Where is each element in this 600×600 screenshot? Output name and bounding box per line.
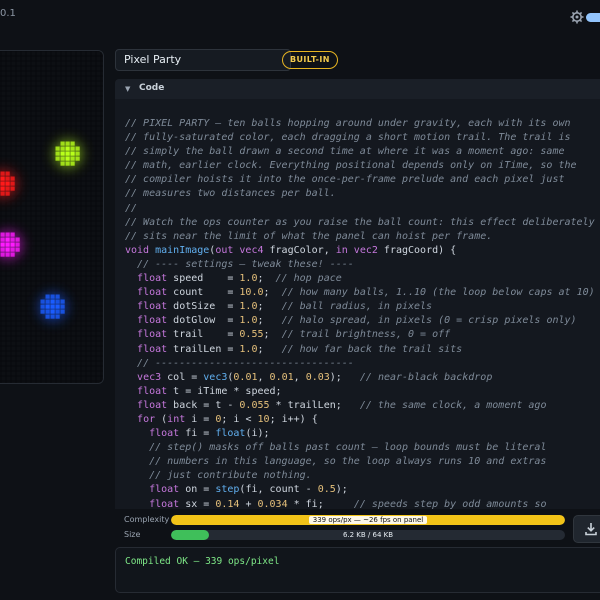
- code-line: void mainImage(out vec4 fragColor, in ve…: [125, 244, 457, 256]
- code-line: float trailLen = 1.0; // how far back th…: [137, 343, 463, 355]
- compile-status-message: Compiled OK — 339 ops/pixel: [125, 556, 280, 567]
- complexity-meter: 339 ops/px — ~26 fps on panel: [171, 515, 565, 525]
- code-text[interactable]: // PIXEL PARTY — ten balls hopping aroun…: [115, 99, 600, 509]
- caret-down-icon: ▼: [125, 85, 131, 93]
- code-line: float fi = float(i);: [149, 428, 270, 440]
- code-line: float back = t - 0.055 * trailLen; // th…: [137, 399, 547, 411]
- code-line: // PIXEL PARTY — ten balls hopping aroun…: [125, 118, 571, 129]
- code-line: for (int i = 0; i < 10; i++) {: [137, 413, 318, 425]
- code-line: float speed = 1.0; // hop pace: [137, 273, 342, 285]
- code-line: vec3 col = vec3(0.01, 0.01, 0.03); // ne…: [137, 371, 493, 383]
- gear-icon[interactable]: [570, 10, 584, 24]
- code-line: //: [125, 202, 138, 214]
- code-line: float count = 10.0; // how many balls, 1…: [137, 287, 595, 299]
- shader-title-input[interactable]: Pixel Party: [115, 49, 291, 71]
- code-line: // compiler hoists it into the once-per-…: [125, 174, 565, 186]
- code-line: float sx = 0.14 + 0.034 * fi; // speeds …: [149, 498, 547, 509]
- complexity-label: Complexity: [124, 515, 170, 524]
- code-line: // measures two distances per ball.: [125, 188, 336, 200]
- code-line: float dotGlow = 1.0; // halo spread, in …: [137, 315, 577, 327]
- shader-preview-canvas[interactable]: [0, 50, 104, 384]
- code-line: float t = iTime * speed;: [137, 385, 282, 397]
- code-line: // just contribute nothing.: [149, 470, 312, 482]
- code-line: float on = step(fi, count - 0.5);: [149, 484, 348, 496]
- code-line: // numbers in this language, so the loop…: [149, 456, 547, 468]
- app-version: 0.1: [0, 8, 16, 19]
- preview-render: [0, 51, 103, 383]
- code-section-label: Code: [139, 83, 165, 93]
- theme-toggle[interactable]: [586, 13, 600, 22]
- code-line: // ---------------------------------: [137, 357, 354, 369]
- size-meter: 6.2 KB / 64 KB: [171, 530, 565, 540]
- code-line: // math, earlier clock. Everything posit…: [125, 160, 577, 172]
- built-in-badge: BUILT-IN: [282, 51, 338, 69]
- compile-status-console: Compiled OK — 339 ops/pixel: [115, 547, 600, 593]
- code-line: // fully-saturated color, each dragging …: [125, 132, 571, 144]
- download-icon: [585, 523, 597, 536]
- code-line: float trail = 0.55; // trail brightness,…: [137, 329, 451, 341]
- code-line: // Watch the ops counter as you raise th…: [125, 216, 595, 228]
- code-line: float dotSize = 1.0; // ball radius, in …: [137, 301, 433, 313]
- code-editor[interactable]: // PIXEL PARTY — ten balls hopping aroun…: [115, 99, 600, 509]
- code-line: // simply the ball drawn a second time a…: [125, 146, 565, 158]
- code-line: // ---- settings — tweak these! ----: [137, 258, 354, 270]
- code-line: // sits near the limit of what the panel…: [125, 230, 493, 242]
- complexity-meter-text: 339 ops/px — ~26 fps on panel: [308, 516, 428, 524]
- code-section-header[interactable]: ▼ Code: [115, 79, 600, 99]
- code-line: // step() masks off balls past count — l…: [149, 442, 547, 454]
- download-button[interactable]: [573, 515, 600, 543]
- size-label: Size: [124, 530, 141, 539]
- size-meter-text: 6.2 KB / 64 KB: [342, 531, 394, 539]
